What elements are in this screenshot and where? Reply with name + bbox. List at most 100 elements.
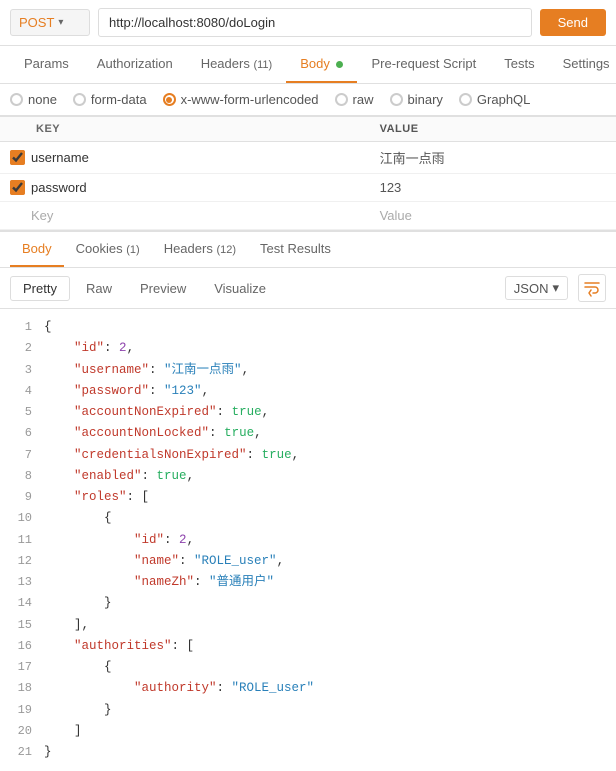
- response-tab-headers[interactable]: Headers (12): [152, 232, 248, 267]
- tab-headers[interactable]: Headers (11): [187, 46, 287, 83]
- json-line: 3 "username": "江南一点雨",: [10, 360, 606, 381]
- code-token: ,: [254, 426, 262, 440]
- line-number: 7: [10, 445, 32, 466]
- wrap-text-icon[interactable]: [578, 274, 606, 302]
- json-line: 1{: [10, 317, 606, 338]
- tab-authorization[interactable]: Authorization: [83, 46, 187, 83]
- code-token: :: [142, 469, 157, 483]
- radio-urlencoded[interactable]: x-www-form-urlencoded: [163, 92, 319, 107]
- response-tab-cookies[interactable]: Cookies (1): [64, 232, 152, 267]
- new-row-value-placeholder: Value: [380, 208, 412, 223]
- line-number: 5: [10, 402, 32, 423]
- tab-prerequest[interactable]: Pre-request Script: [357, 46, 490, 83]
- line-code: ],: [44, 615, 89, 636]
- code-token: true: [262, 448, 292, 462]
- radio-form-data-indicator: [73, 93, 86, 106]
- line-code: {: [44, 657, 112, 678]
- kv-table: KEY VALUE username 江南一点雨 password 123: [0, 116, 616, 230]
- line-number: 2: [10, 338, 32, 359]
- json-line: 15 ],: [10, 615, 606, 636]
- code-token: :: [149, 384, 164, 398]
- code-token: [44, 448, 74, 462]
- json-line: 20 ]: [10, 721, 606, 742]
- url-input[interactable]: [98, 8, 532, 37]
- code-token: "name": [134, 554, 179, 568]
- code-token: true: [232, 405, 262, 419]
- line-number: 10: [10, 508, 32, 529]
- code-token: ,: [277, 554, 285, 568]
- line-code: ]: [44, 721, 82, 742]
- code-token: "authorities": [74, 639, 172, 653]
- code-token: [44, 681, 134, 695]
- line-number: 11: [10, 530, 32, 551]
- top-bar: POST ▾ Send: [0, 0, 616, 46]
- line-number: 15: [10, 615, 32, 636]
- code-token: 2: [119, 341, 127, 355]
- radio-graphql[interactable]: GraphQL: [459, 92, 530, 107]
- line-code: "name": "ROLE_user",: [44, 551, 284, 572]
- response-section: Body Cookies (1) Headers (12) Test Resul…: [0, 230, 616, 771]
- code-token: ,: [262, 405, 270, 419]
- format-type-select[interactable]: JSON ▾: [505, 276, 568, 300]
- line-number: 16: [10, 636, 32, 657]
- json-line: 6 "accountNonLocked": true,: [10, 423, 606, 444]
- line-number: 18: [10, 678, 32, 699]
- radio-form-data[interactable]: form-data: [73, 92, 147, 107]
- row-1-key: username: [31, 150, 89, 165]
- code-token: "username": [74, 363, 149, 377]
- response-tabs: Body Cookies (1) Headers (12) Test Resul…: [0, 232, 616, 268]
- row-2-checkbox[interactable]: [10, 180, 25, 195]
- code-token: "authority": [134, 681, 217, 695]
- row-1-checkbox[interactable]: [10, 150, 25, 165]
- code-token: 2: [179, 533, 187, 547]
- code-token: : [: [127, 490, 150, 504]
- line-number: 8: [10, 466, 32, 487]
- response-tab-body[interactable]: Body: [10, 232, 64, 267]
- radio-binary[interactable]: binary: [390, 92, 443, 107]
- line-code: }: [44, 700, 112, 721]
- tab-tests[interactable]: Tests: [490, 46, 548, 83]
- format-raw-button[interactable]: Raw: [74, 277, 124, 300]
- line-code: "password": "123",: [44, 381, 209, 402]
- line-number: 4: [10, 381, 32, 402]
- format-visualize-button[interactable]: Visualize: [202, 277, 278, 300]
- code-token: "password": [74, 384, 149, 398]
- radio-urlencoded-indicator: [163, 93, 176, 106]
- json-line: 4 "password": "123",: [10, 381, 606, 402]
- method-selector[interactable]: POST ▾: [10, 9, 90, 36]
- code-token: ,: [292, 448, 300, 462]
- value-column-header: VALUE: [370, 117, 616, 142]
- send-button[interactable]: Send: [540, 9, 606, 36]
- json-line: 5 "accountNonExpired": true,: [10, 402, 606, 423]
- code-token: : [: [172, 639, 195, 653]
- code-token: "enabled": [74, 469, 142, 483]
- json-line: 8 "enabled": true,: [10, 466, 606, 487]
- line-code: }: [44, 742, 52, 763]
- radio-none[interactable]: none: [10, 92, 57, 107]
- tab-params[interactable]: Params: [10, 46, 83, 83]
- radio-raw-indicator: [335, 93, 348, 106]
- row-2-key: password: [31, 180, 87, 195]
- response-headers-badge: (12): [216, 244, 236, 256]
- tab-settings[interactable]: Settings: [549, 46, 616, 83]
- code-token: :: [179, 554, 194, 568]
- json-line: 18 "authority": "ROLE_user": [10, 678, 606, 699]
- tab-body[interactable]: Body: [286, 46, 357, 83]
- format-preview-button[interactable]: Preview: [128, 277, 198, 300]
- code-token: {: [44, 660, 112, 674]
- code-token: :: [209, 426, 224, 440]
- json-line: 19 }: [10, 700, 606, 721]
- code-token: "ROLE_user": [194, 554, 277, 568]
- json-line: 17 {: [10, 657, 606, 678]
- table-row-empty: Key Value: [0, 202, 616, 230]
- radio-raw[interactable]: raw: [335, 92, 374, 107]
- radio-binary-indicator: [390, 93, 403, 106]
- code-token: "id": [74, 341, 104, 355]
- format-pretty-button[interactable]: Pretty: [10, 276, 70, 301]
- json-line: 13 "nameZh": "普通用户": [10, 572, 606, 593]
- code-token: "普通用户": [209, 575, 274, 589]
- line-code: "authorities": [: [44, 636, 194, 657]
- table-row: password 123: [0, 174, 616, 202]
- response-tab-test-results[interactable]: Test Results: [248, 232, 343, 267]
- json-line: 9 "roles": [: [10, 487, 606, 508]
